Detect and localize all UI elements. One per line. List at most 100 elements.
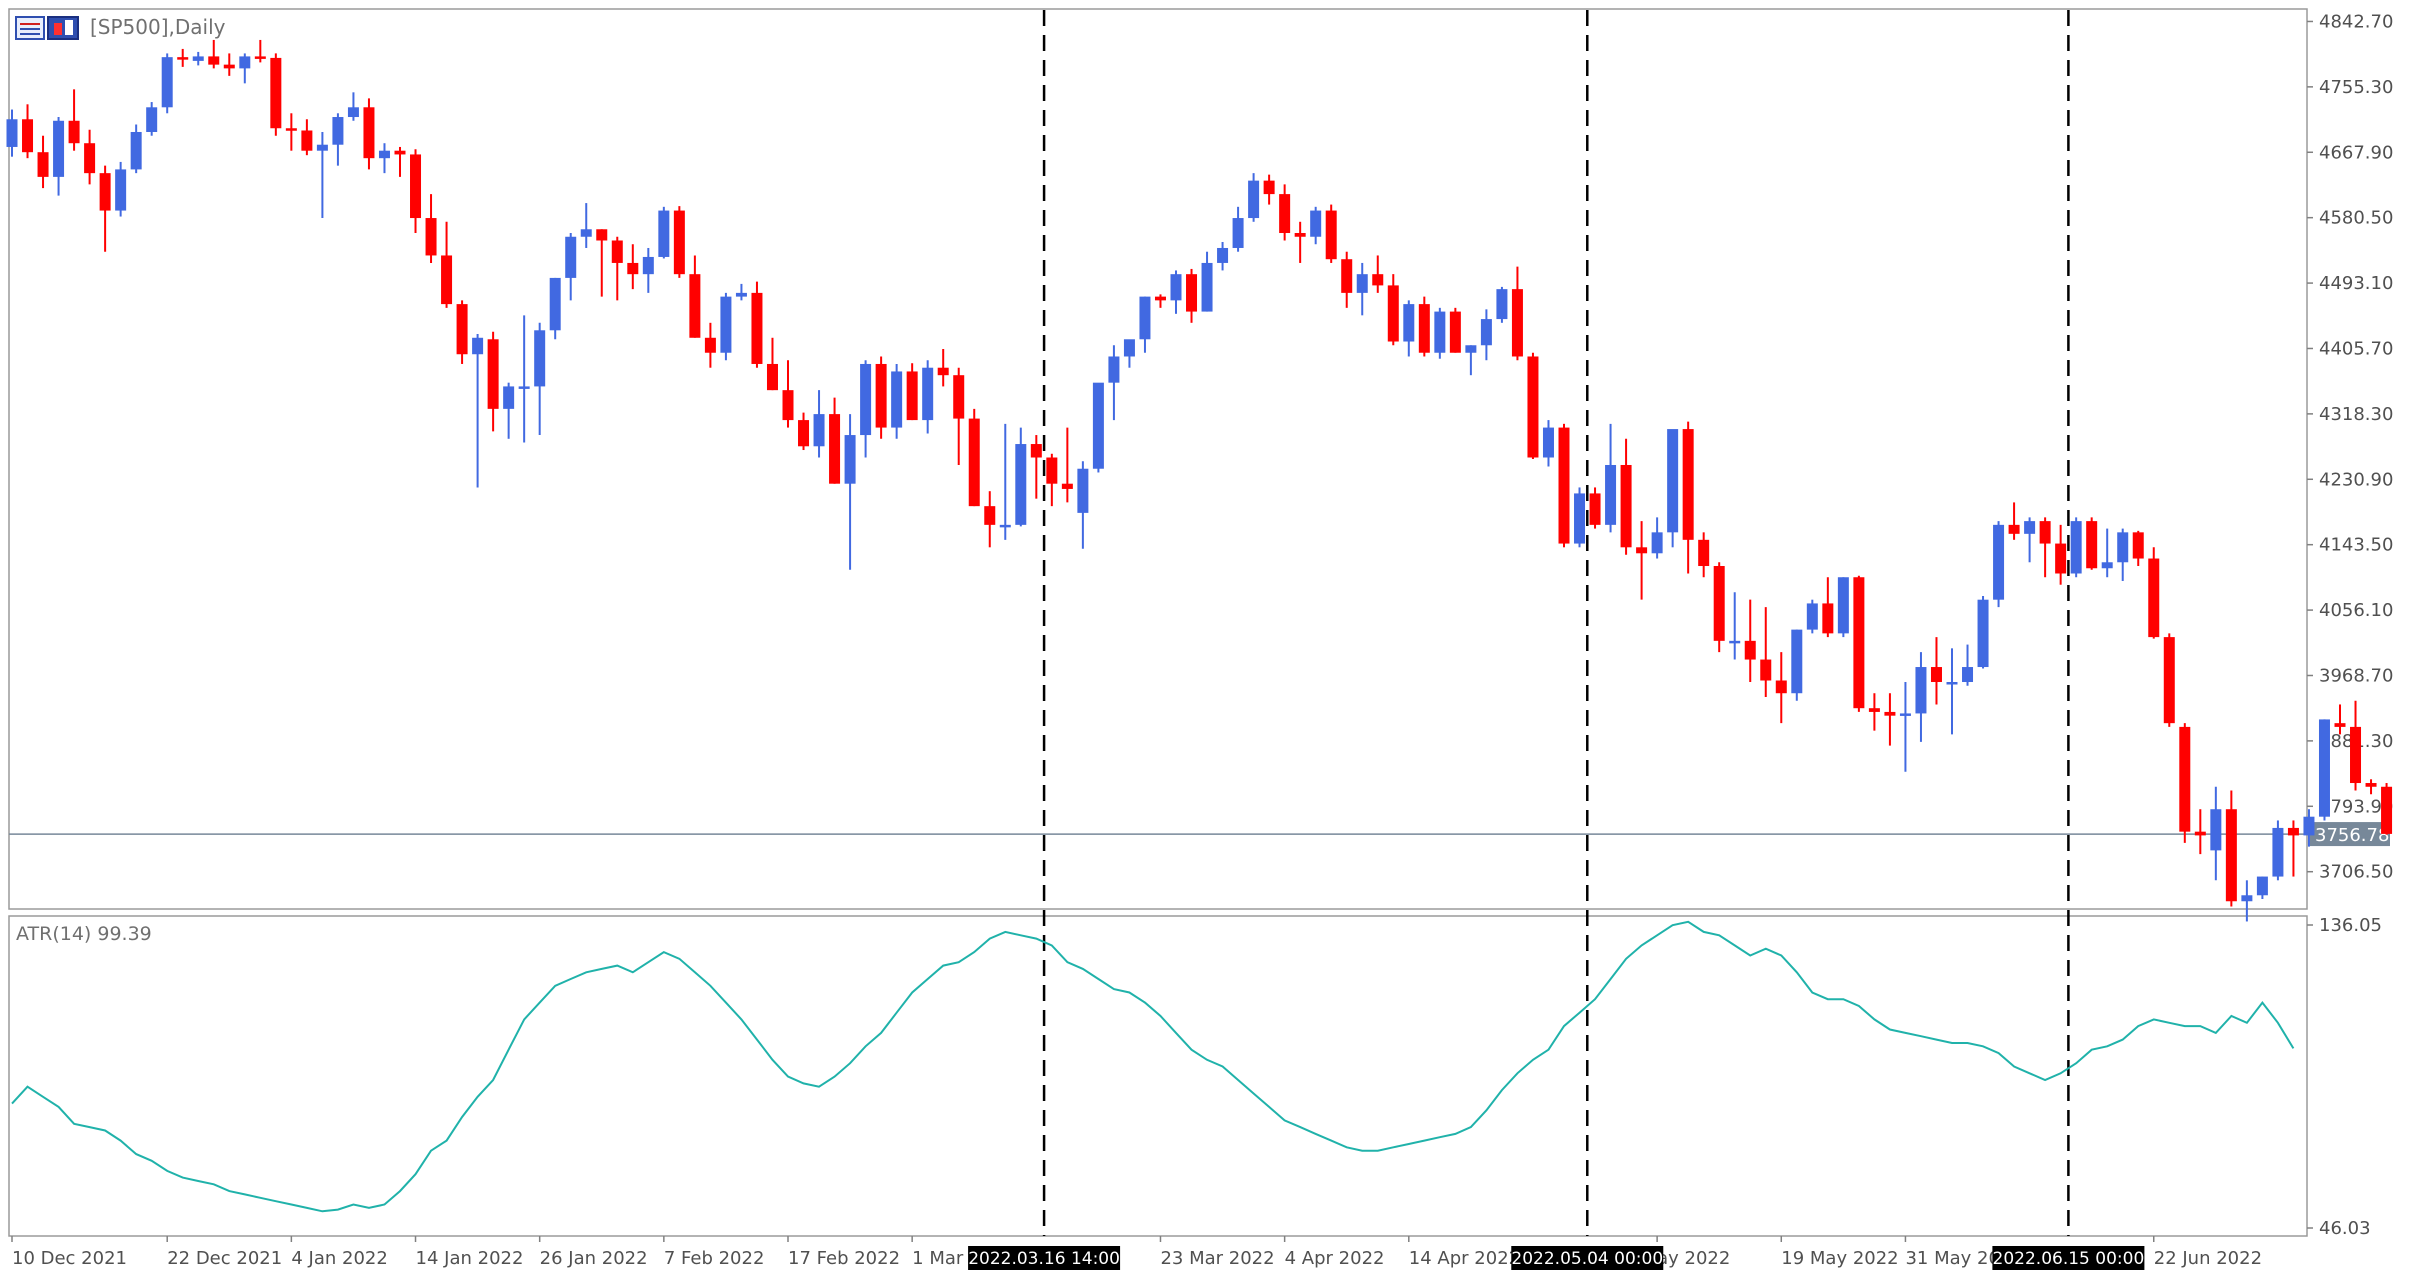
time-tick-label: ay 2022 <box>1657 1248 1730 1269</box>
candle <box>1589 487 1601 529</box>
candle-body <box>2334 723 2346 727</box>
candle-body <box>2148 558 2160 638</box>
candle-body <box>1899 713 1911 716</box>
candle <box>2365 779 2377 795</box>
candle-body <box>534 330 546 387</box>
main-pane-frame <box>8 8 2308 910</box>
candle-body <box>751 292 763 364</box>
atr-tick-label: 46.03 <box>2319 1218 2371 1239</box>
candle-body <box>673 210 685 275</box>
price-tick-label: 4318.30 <box>2319 404 2393 425</box>
candle-body <box>301 130 313 151</box>
candle <box>1791 629 1803 701</box>
candle-body <box>968 418 980 507</box>
candle-body <box>53 120 65 177</box>
atr-legend: ATR(14) 99.39 <box>16 923 152 945</box>
candle-body <box>472 337 484 355</box>
time-tick-label: 23 Mar 2022 <box>1160 1248 1274 1269</box>
candle-body <box>1993 524 2005 600</box>
candle-body <box>223 64 235 69</box>
candle-body <box>984 506 996 525</box>
candle <box>2070 517 2082 578</box>
candle-body <box>1729 640 1741 644</box>
candle <box>2179 723 2191 843</box>
candle-body <box>2101 562 2113 569</box>
candle <box>1667 429 1679 548</box>
candle-body <box>813 414 825 447</box>
candle-body <box>1558 427 1570 544</box>
candle <box>658 206 670 259</box>
candle-body <box>208 56 220 65</box>
candle-body <box>999 524 1011 528</box>
chart-window-icon[interactable] <box>15 16 45 40</box>
candle <box>1092 382 1104 473</box>
candle-body <box>782 390 794 421</box>
candle-body <box>1061 483 1073 489</box>
candle-body <box>2350 726 2362 784</box>
candle-body <box>1279 194 1291 234</box>
candle-body <box>1077 468 1089 513</box>
candle-body <box>1030 444 1042 458</box>
price-tick-label: 3706.50 <box>2319 862 2393 883</box>
candle-body <box>891 371 903 428</box>
candle <box>1574 487 1586 548</box>
candle-body <box>2086 521 2098 569</box>
candle-body <box>735 292 747 297</box>
candle <box>549 277 561 340</box>
candle-body <box>410 154 422 219</box>
candle <box>1325 204 1337 263</box>
candle <box>875 356 887 439</box>
candle-body <box>2303 816 2315 836</box>
candle-body <box>1186 274 1198 312</box>
candle-body <box>37 152 49 177</box>
price-tick-label: 3968.70 <box>2319 665 2393 686</box>
candle <box>1977 595 1989 669</box>
time-tick-label: 22 Jun 2022 <box>2154 1248 2262 1269</box>
candle-body <box>1791 629 1803 694</box>
candle-body <box>627 262 639 275</box>
candle-body <box>766 363 778 391</box>
symbol-label: [SP500],Daily <box>90 15 226 39</box>
candle-body <box>1387 285 1399 342</box>
candle-body <box>332 117 344 145</box>
candle-body <box>1698 539 1710 567</box>
candle-body <box>2381 786 2393 834</box>
candle-body <box>425 218 437 256</box>
price-tick-label: 4580.50 <box>2319 208 2393 229</box>
chart-window-icon-2[interactable] <box>47 16 79 40</box>
candle <box>1993 521 2005 608</box>
candle-body <box>2008 524 2020 534</box>
candle-body <box>177 57 189 60</box>
time-tick-label: 14 Jan 2022 <box>416 1248 524 1269</box>
candle <box>1558 423 1570 548</box>
candle-body <box>161 57 173 108</box>
price-tick-label: 4405.70 <box>2319 338 2393 359</box>
candle-body <box>2039 521 2051 544</box>
candle-body <box>1496 289 1508 320</box>
candle-body <box>1449 311 1461 353</box>
candle <box>270 53 282 136</box>
candle-body <box>1325 210 1337 260</box>
candle-body <box>1542 427 1554 458</box>
candle-body <box>1713 566 1725 641</box>
candle <box>906 363 918 421</box>
candle <box>968 408 980 507</box>
price-tick-label: 4056.10 <box>2319 600 2393 621</box>
candle-body <box>1201 262 1213 312</box>
candle-body <box>2241 895 2253 902</box>
candle-body <box>2055 543 2067 574</box>
candle <box>2272 820 2284 881</box>
candle-body <box>937 367 949 376</box>
time-marker-label: 2022.06.15 00:00 <box>1993 1249 2145 1269</box>
candle-body <box>84 143 96 174</box>
time-marker-label: 2022.03.16 14:00 <box>968 1249 1120 1269</box>
chart-canvas[interactable]: [SP500],Daily 4842.70 4755.30 4667.90 4580.… <box>0 0 2418 1280</box>
candle-body <box>1372 274 1384 286</box>
candle-body <box>1527 356 1539 458</box>
candle-body <box>1248 180 1260 219</box>
candle <box>2318 719 2330 821</box>
candle-body <box>922 367 934 421</box>
candle-body <box>347 107 359 118</box>
candle-body <box>1511 289 1523 357</box>
candle-body <box>844 435 856 484</box>
